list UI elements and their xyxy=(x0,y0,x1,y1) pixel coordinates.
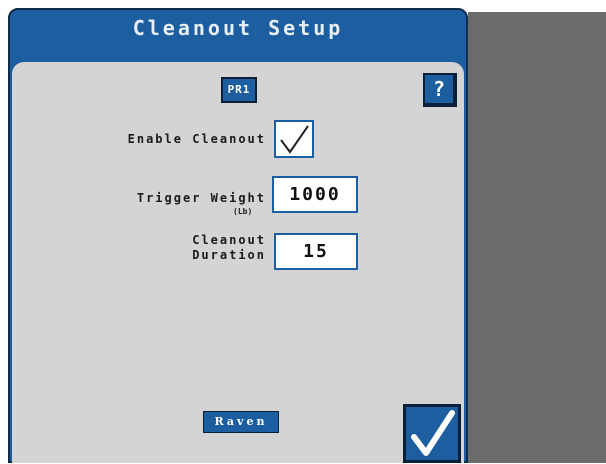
checkmark-icon xyxy=(411,410,455,456)
trigger-weight-field[interactable]: 1000 xyxy=(272,176,358,213)
trigger-weight-unit: (Lb) xyxy=(233,207,253,216)
cleanout-duration-field[interactable]: 15 xyxy=(274,233,358,270)
cleanout-duration-label-line1: Cleanout xyxy=(192,233,266,247)
help-button[interactable]: ? xyxy=(423,73,457,107)
checkmark-icon xyxy=(280,125,309,154)
trigger-weight-label: Trigger Weight xyxy=(136,191,266,205)
side-panel xyxy=(468,12,606,463)
cleanout-duration-label-line2: Duration xyxy=(192,248,266,262)
enable-cleanout-label: Enable Cleanout xyxy=(127,132,266,146)
product-pr1-button[interactable]: PR1 xyxy=(221,77,257,103)
window-title: Cleanout Setup xyxy=(132,16,344,40)
accept-button[interactable] xyxy=(403,404,461,463)
raven-logo: Raven xyxy=(203,411,279,433)
enable-cleanout-checkbox[interactable] xyxy=(274,120,314,158)
content-panel xyxy=(12,62,464,463)
